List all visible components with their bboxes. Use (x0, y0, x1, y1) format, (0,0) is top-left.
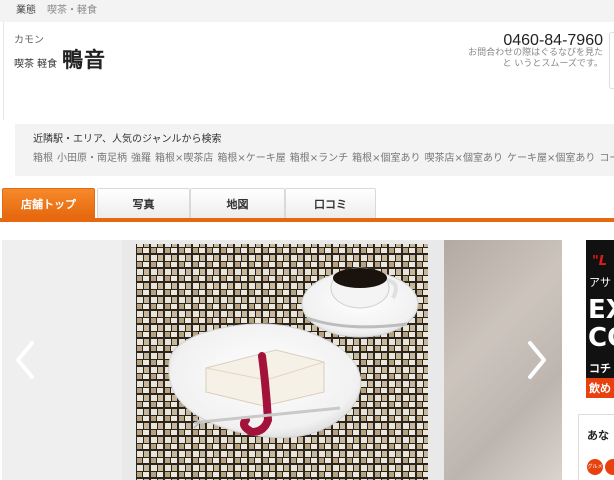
nearby-link[interactable]: 喫茶店×個室あり (425, 153, 503, 164)
carousel-prev-button[interactable] (10, 337, 40, 383)
carousel-next-button[interactable] (522, 337, 552, 383)
chevron-left-icon (16, 341, 34, 379)
nearby-search-title: 近隣駅・エリア、人気のジャンルから検索 (33, 134, 222, 145)
restaurant-page: 業態 喫茶・軽食 カモン 喫茶 軽食 鴨音 0460-84-7960 お問合わせ… (0, 0, 614, 480)
nearby-link[interactable]: 強羅 (131, 153, 151, 164)
shop-genre: 喫茶 軽食 (14, 59, 58, 70)
ad-text: 飲め (589, 382, 611, 395)
current-slide-photo[interactable] (122, 240, 444, 480)
chevron-right-icon (528, 341, 546, 379)
shop-name: 鴨音 (62, 47, 106, 72)
gourmet-news-icon[interactable]: グルメ ニュース (587, 459, 603, 475)
category-strip: 業態 喫茶・軽食 (0, 0, 614, 22)
nearby-link[interactable]: 小田原・南足柄 (57, 153, 127, 164)
tab-shop-top[interactable]: 店舗トップ (2, 188, 95, 220)
category-label: 業態 (16, 5, 36, 16)
category-value: 喫茶・軽食 (47, 5, 97, 16)
nearby-link[interactable]: 箱根×個室あり (352, 153, 420, 164)
side-box-title: あな (587, 429, 609, 442)
side-info-box: あな グルメ ニュース (578, 414, 614, 480)
nearby-link[interactable]: 箱根×喫茶店 (155, 153, 213, 164)
badge-icon (605, 459, 614, 475)
ad-text: "L (592, 254, 608, 269)
tab-photos[interactable]: 写真 (97, 188, 190, 220)
nearby-link[interactable]: 箱根×ランチ (290, 153, 348, 164)
tab-reviews[interactable]: 口コミ (285, 188, 376, 220)
nearby-link[interactable]: コーヒー× (599, 153, 614, 164)
tab-map[interactable]: 地図 (190, 188, 285, 220)
nearby-link[interactable]: 箱根 (33, 153, 53, 164)
nearby-link[interactable]: ケーキ屋×個室あり (507, 153, 595, 164)
advertisement-banner[interactable]: "L アサ EX CO 飲め コチ (586, 240, 614, 398)
phone-note: お問合わせの際はぐるなびを見たと いうとスムーズです。 (468, 48, 603, 69)
shop-tabs: 店舗トップ 写真 地図 口コミ (2, 188, 614, 220)
nearby-search: 近隣駅・エリア、人気のジャンルから検索 箱根 小田原・南足柄 強羅 箱根×喫茶店 箱根×… (15, 124, 614, 176)
header-side-panel-edge (609, 32, 614, 89)
cheesecake-coffee-photo (136, 244, 428, 480)
shop-header: カモン 喫茶 軽食 鴨音 0460-84-7960 お問合わせの際はぐるなびを見… (3, 22, 614, 120)
ad-text: コチ (589, 362, 611, 375)
tab-underline (0, 218, 614, 222)
ad-text: アサ (589, 276, 611, 289)
ad-text: EX CO (588, 295, 614, 353)
nearby-search-links: 箱根 小田原・南足柄 強羅 箱根×喫茶店 箱根×ケーキ屋 箱根×ランチ 箱根×個室あり 喫茶店… (33, 149, 614, 164)
nearby-link[interactable]: 箱根×ケーキ屋 (217, 153, 285, 164)
shop-name-kana: カモン (14, 35, 44, 46)
photo-carousel[interactable] (2, 240, 562, 480)
